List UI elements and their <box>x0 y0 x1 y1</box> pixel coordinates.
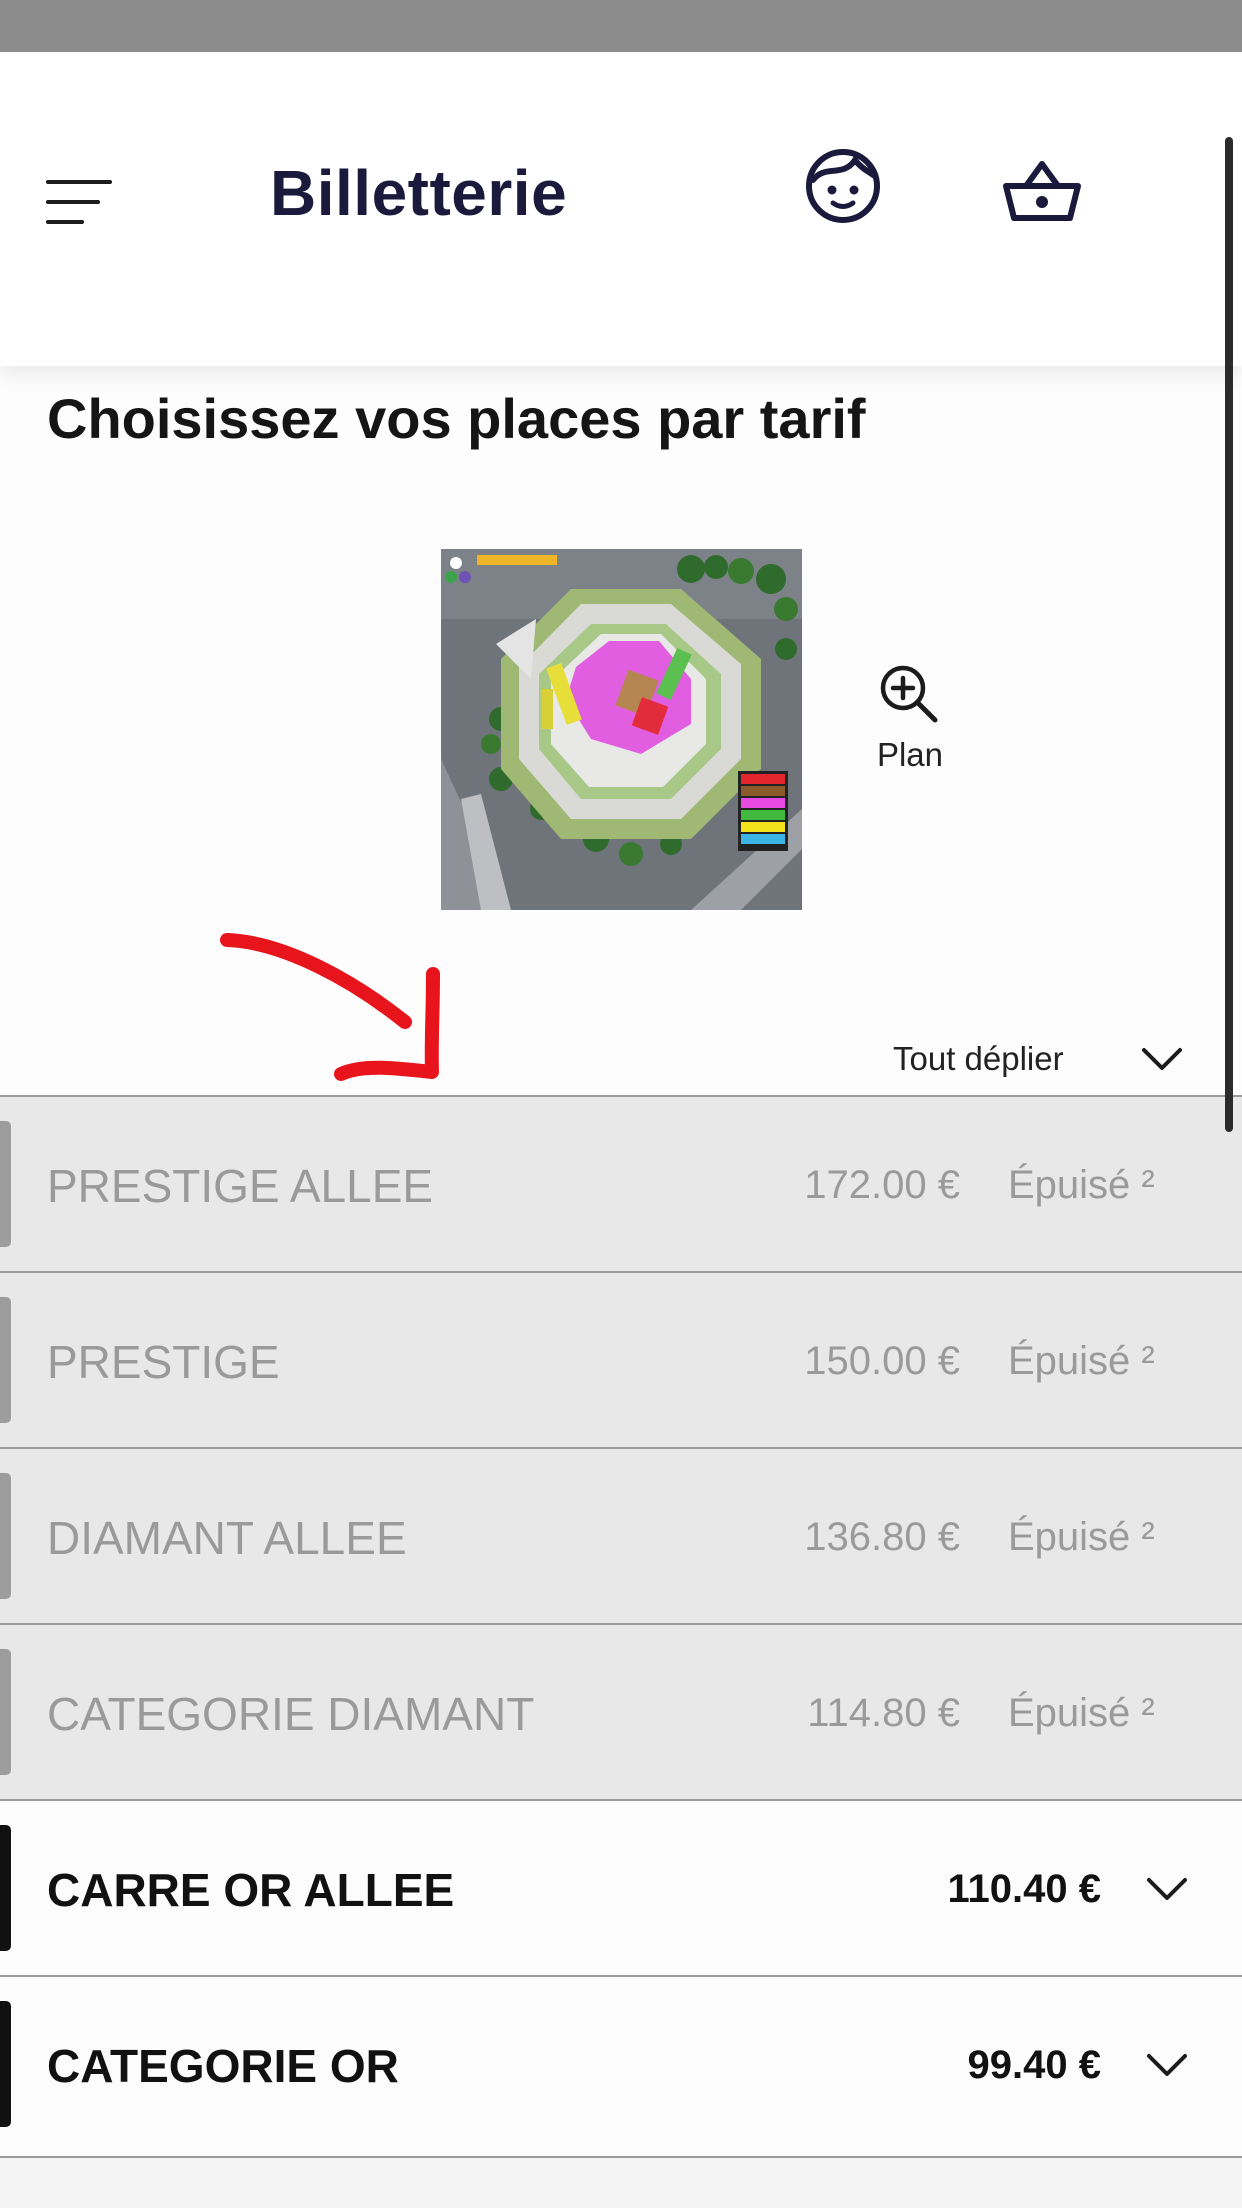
tariff-row-prestige-allee: PRESTIGE ALLEE 172.00 € Épuisé ² <box>0 1095 1242 1271</box>
annotation-arrow <box>220 933 440 1081</box>
sold-out-status: Épuisé ² <box>1008 1163 1155 1207</box>
scrollbar[interactable] <box>1225 137 1233 1132</box>
sold-out-status: Épuisé ² <box>1008 1691 1155 1735</box>
plan-zoom-button[interactable]: Plan <box>870 664 950 774</box>
tariff-indicator <box>0 1121 11 1247</box>
account-face-icon[interactable] <box>803 146 883 226</box>
basket-icon[interactable] <box>1002 156 1082 226</box>
tariff-name: CARRE OR ALLEE <box>47 1864 455 1916</box>
chevron-down-icon <box>1142 1048 1182 1070</box>
tariff-name: PRESTIGE <box>47 1336 280 1388</box>
chevron-down-icon[interactable] <box>1146 2052 1188 2078</box>
tariff-row-categorie-or[interactable]: CATEGORIE OR 99.40 € <box>0 1975 1242 2151</box>
tariff-price: 110.40 € <box>947 1867 1102 1911</box>
tariff-name: DIAMANT ALLEE <box>47 1512 407 1564</box>
menu-icon[interactable] <box>46 176 116 228</box>
page-title: Choisissez vos places par tarif <box>47 387 866 450</box>
sold-out-status: Épuisé ² <box>1008 1515 1155 1559</box>
tariff-row-categorie-diamant: CATEGORIE DIAMANT 114.80 € Épuisé ² <box>0 1623 1242 1799</box>
site-header: Billetterie <box>0 52 1242 366</box>
tariff-price: 136.80 € <box>804 1515 960 1559</box>
tariff-indicator <box>0 1825 11 1951</box>
sold-out-status: Épuisé ² <box>1008 1339 1155 1383</box>
tariff-name: CATEGORIE DIAMANT <box>47 1688 535 1740</box>
chevron-down-icon[interactable] <box>1146 1876 1188 1902</box>
venue-seat-map[interactable] <box>441 549 802 910</box>
tariff-indicator <box>0 1649 11 1775</box>
tariff-indicator <box>0 1297 11 1423</box>
tariff-row-prestige: PRESTIGE 150.00 € Épuisé ² <box>0 1271 1242 1447</box>
tariff-indicator <box>0 2001 11 2127</box>
site-logo[interactable]: Billetterie <box>270 156 567 230</box>
tariff-list: PRESTIGE ALLEE 172.00 € Épuisé ² PRESTIG… <box>0 1095 1242 2151</box>
tariff-price: 172.00 € <box>804 1163 960 1207</box>
tariff-name: CATEGORIE OR <box>47 2040 399 2092</box>
zoom-in-icon <box>880 665 938 723</box>
tariff-name: PRESTIGE ALLEE <box>47 1160 434 1212</box>
status-bar <box>0 0 1242 52</box>
next-tariff-row-peek <box>0 2156 1242 2208</box>
tariff-price: 99.40 € <box>967 2043 1101 2087</box>
tariff-price: 150.00 € <box>804 1339 960 1383</box>
tariff-price: 114.80 € <box>807 1691 960 1735</box>
tariff-indicator <box>0 1473 11 1599</box>
tariff-row-diamant-allee: DIAMANT ALLEE 136.80 € Épuisé ² <box>0 1447 1242 1623</box>
plan-label: Plan <box>876 736 944 773</box>
tariff-row-carre-or-allee[interactable]: CARRE OR ALLEE 110.40 € <box>0 1799 1242 1975</box>
ticketing-page: Billetterie Choisissez vos places par ta… <box>0 52 1242 2156</box>
expand-all-label: Tout déplier <box>893 1040 1064 1077</box>
